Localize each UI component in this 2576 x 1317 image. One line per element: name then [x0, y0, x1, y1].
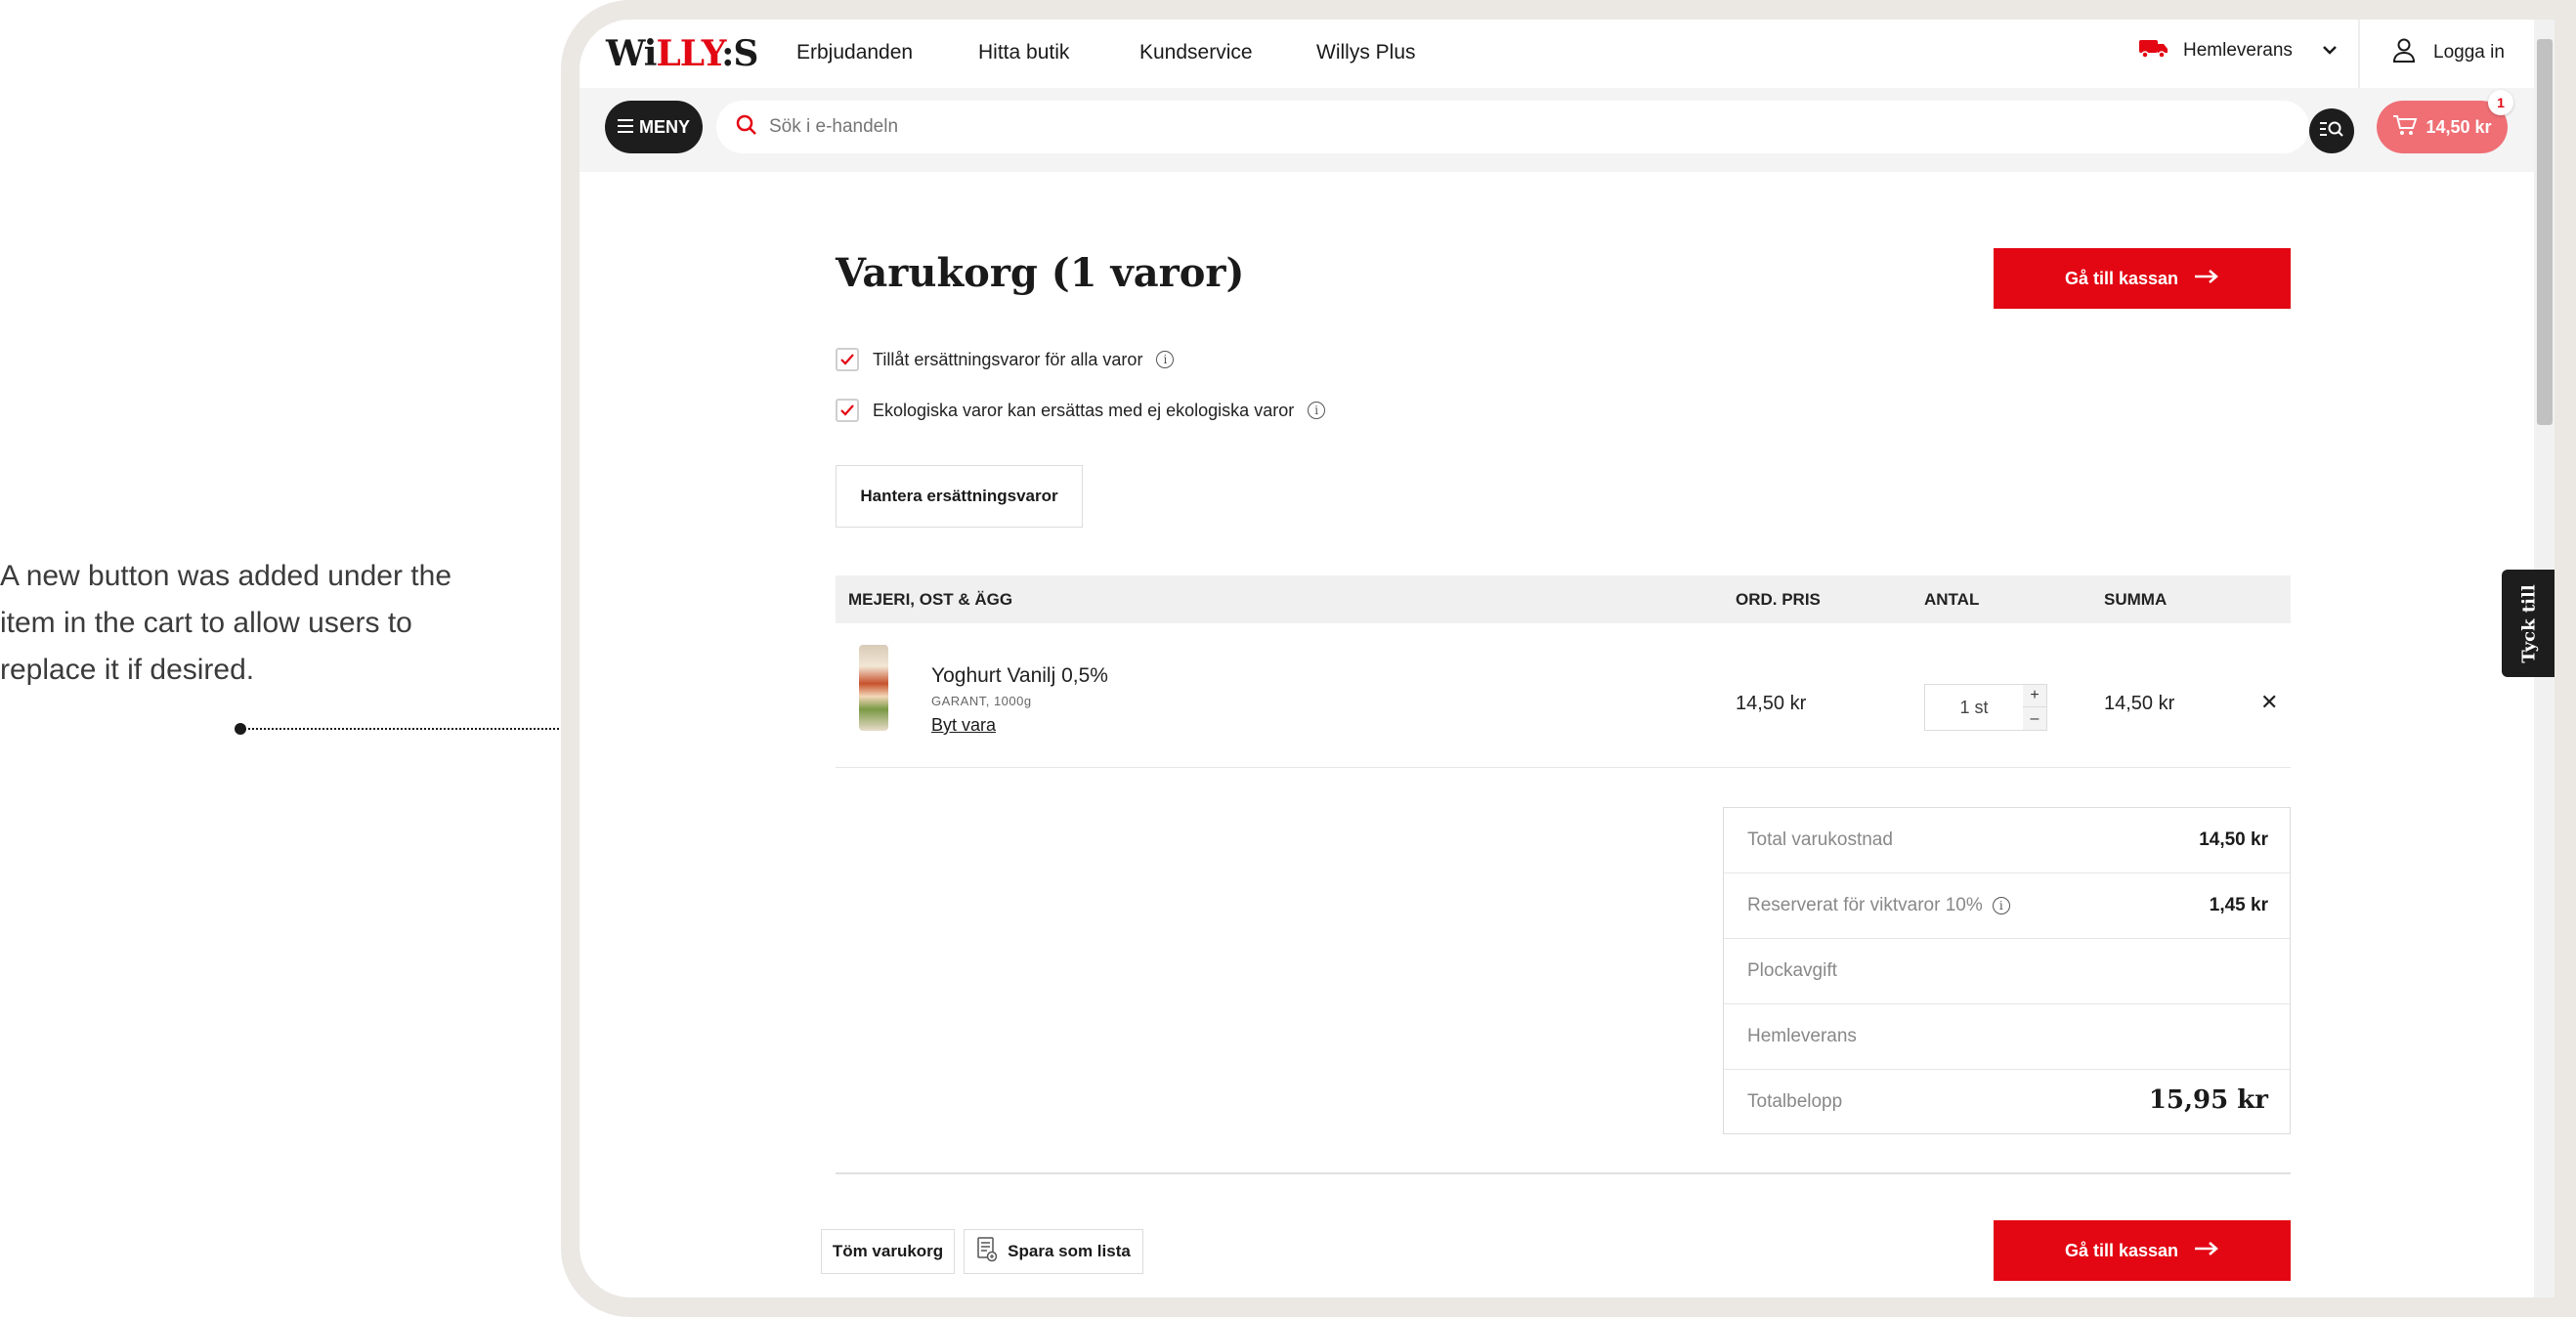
option-label: Ekologiska varor kan ersättas med ej eko… [873, 400, 1295, 420]
item-price: 14,50 kr [1736, 693, 1807, 714]
option-allow-substitutes[interactable]: Tillåt ersättningsvaror för alla varor i [836, 348, 1175, 371]
checkbox-organic-substitutes[interactable] [836, 399, 859, 422]
product-image[interactable] [859, 645, 888, 731]
cart-total: 14,50 kr [2426, 116, 2492, 137]
info-icon[interactable]: i [1992, 897, 2010, 914]
close-icon[interactable]: ✕ [2260, 690, 2278, 715]
cart-button[interactable]: 14,50 kr [2377, 101, 2508, 153]
cart-count-badge: 1 [2488, 90, 2513, 115]
option-organic-substitutes[interactable]: Ekologiska varor kan ersättas med ej eko… [836, 399, 1326, 422]
item-sum: 14,50 kr [2104, 693, 2175, 714]
section-divider [836, 1172, 2291, 1174]
list-search-button[interactable] [2309, 108, 2354, 153]
checkbox-allow-substitutes[interactable] [836, 348, 859, 371]
clear-cart-button[interactable]: Töm varukorg [821, 1229, 955, 1274]
nav-willys-plus[interactable]: Willys Plus [1316, 41, 1416, 64]
menu-button[interactable]: MENY [605, 101, 703, 153]
total-amount: 15,95 kr [2148, 1085, 2268, 1115]
list-search-icon [2319, 119, 2344, 144]
delivery-label: Hemleverans [2183, 40, 2293, 61]
arrow-right-icon [2194, 269, 2219, 289]
browser-screen: WiLLY:S Erbjudanden Hitta butik Kundserv… [580, 20, 2555, 1297]
chevron-down-icon [2322, 40, 2338, 62]
feedback-tab[interactable]: Tyck till [2502, 570, 2555, 677]
top-navigation: WiLLY:S Erbjudanden Hitta butik Kundserv… [580, 20, 2534, 88]
willys-logo[interactable]: WiLLY:S [606, 33, 758, 74]
nav-hitta-butik[interactable]: Hitta butik [978, 41, 1069, 64]
quantity-stepper: 1 st + – [1924, 684, 2047, 731]
option-label: Tillåt ersättningsvaror för alla varor [873, 349, 1143, 369]
search-row: MENY 14,50 kr 1 [580, 88, 2534, 172]
summary-total-row: Totalbelopp 15,95 kr [1747, 1085, 2268, 1115]
col-price-heading: ORD. PRIS [1736, 590, 1821, 609]
checkout-button-bottom[interactable]: Gå till kassan [1994, 1220, 2291, 1281]
login-button[interactable]: Logga in [2392, 37, 2505, 68]
truck-icon [2138, 37, 2169, 64]
summary-row: Hemleverans [1724, 1004, 2290, 1070]
arrow-right-icon [2194, 1241, 2219, 1261]
scrollbar-thumb[interactable] [2537, 39, 2553, 425]
nav-kundservice[interactable]: Kundservice [1139, 41, 1253, 64]
product-name[interactable]: Yoghurt Vanilj 0,5% [931, 664, 1108, 688]
nav-erbjudanden[interactable]: Erbjudanden [796, 41, 913, 64]
quantity-input[interactable]: 1 st [1925, 685, 2023, 730]
info-icon[interactable]: i [1308, 402, 1326, 419]
search-box [716, 101, 2309, 153]
search-icon [736, 114, 757, 141]
summary-row: Plockavgift [1724, 939, 2290, 1004]
cart-table-header: MEJERI, OST & ÄGG ORD. PRIS ANTAL SUMMA [836, 575, 2291, 623]
page-title: Varukorg (1 varor) [836, 250, 1245, 296]
swap-item-link[interactable]: Byt vara [931, 715, 996, 736]
col-qty-heading: ANTAL [1924, 590, 1980, 609]
category-heading: MEJERI, OST & ÄGG [848, 590, 1013, 609]
header-divider [2358, 20, 2360, 88]
plus-icon[interactable]: + [2023, 685, 2046, 707]
search-input[interactable] [769, 116, 2215, 138]
order-summary: Total varukostnad 14,50 kr Reserverat fö… [1723, 807, 2291, 1134]
summary-row: Total varukostnad 14,50 kr [1724, 808, 2290, 873]
menu-label: MENY [638, 116, 690, 137]
product-brand-size: GARANT, 1000g [931, 694, 1032, 708]
list-icon [976, 1236, 998, 1267]
annotation-text: A new button was added under the item in… [0, 560, 452, 686]
summary-row: Reserverat för viktvaror 10% i 1,45 kr [1724, 873, 2290, 939]
delivery-selector[interactable]: Hemleverans [2138, 37, 2338, 64]
info-icon[interactable]: i [1156, 351, 1175, 368]
user-icon [2392, 37, 2416, 68]
login-label: Logga in [2433, 42, 2505, 63]
hamburger-icon [617, 117, 633, 138]
checkout-button-top[interactable]: Gå till kassan [1994, 248, 2291, 309]
minus-icon[interactable]: – [2023, 707, 2046, 730]
col-sum-heading: SUMMA [2104, 590, 2168, 609]
cart-icon [2392, 114, 2418, 141]
manage-substitutes-button[interactable]: Hantera ersättningsvaror [836, 465, 1083, 528]
save-as-list-button[interactable]: Spara som lista [964, 1229, 1143, 1274]
cart-item-row: Yoghurt Vanilj 0,5% GARANT, 1000g Byt va… [836, 623, 2291, 768]
